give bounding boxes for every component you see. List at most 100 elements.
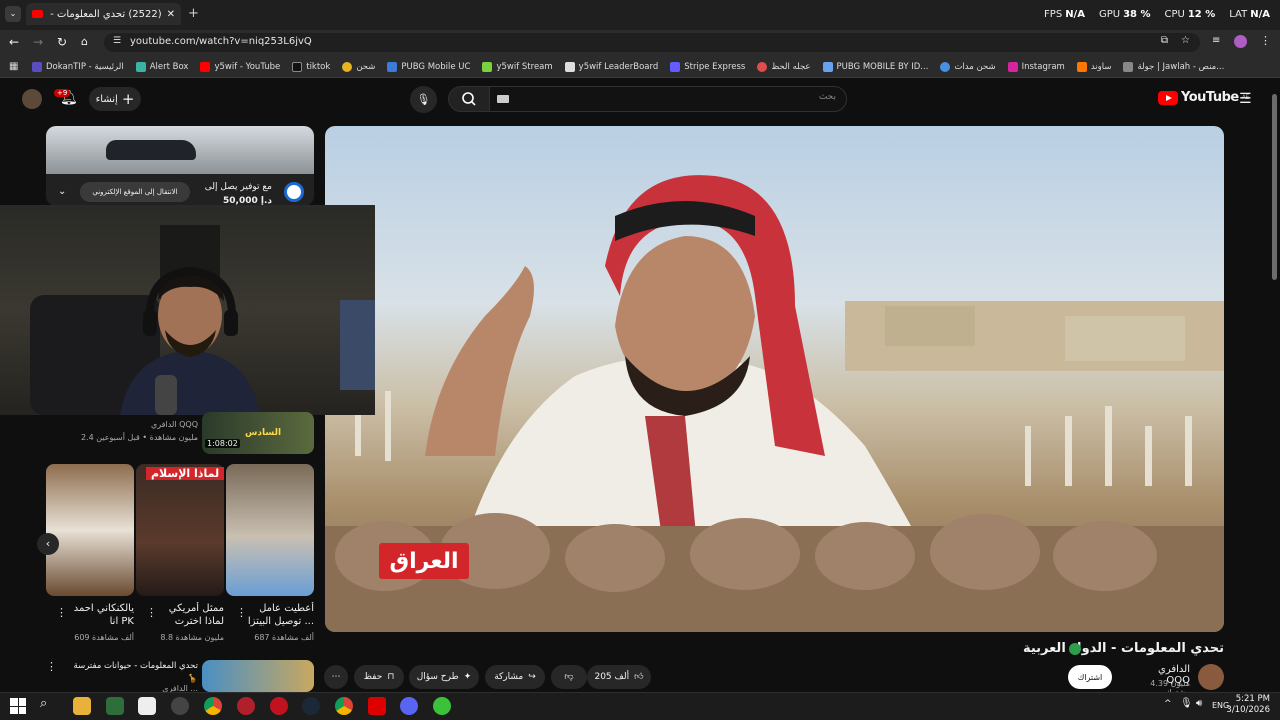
guide-menu-icon[interactable]: ☰ bbox=[1239, 91, 1252, 107]
home-icon[interactable]: ⌂ bbox=[81, 35, 88, 48]
bookmark-item[interactable]: شحن مدات bbox=[940, 61, 996, 72]
app-icon[interactable] bbox=[171, 697, 189, 715]
save-label: حفظ bbox=[363, 672, 383, 682]
profile-avatar[interactable] bbox=[1234, 35, 1247, 48]
apps-grid-icon[interactable]: ▦ bbox=[9, 61, 18, 72]
short-thumbnail-1[interactable] bbox=[226, 464, 314, 596]
youtube-logo[interactable]: YouTube AE bbox=[1158, 90, 1249, 105]
search-input[interactable]: بحث bbox=[489, 86, 847, 112]
browser-tab-active[interactable]: (2522) تحدي المعلومات - الدول ا... ✕ bbox=[26, 3, 181, 25]
site-info-icon[interactable]: ☰ bbox=[113, 36, 121, 46]
bookmark-item[interactable]: عجله الحظ bbox=[757, 61, 811, 72]
ad-line1: مع توفير يصل إلى bbox=[204, 182, 272, 192]
app-icon[interactable] bbox=[237, 697, 255, 715]
more-actions-button[interactable]: ⋯ bbox=[324, 665, 348, 689]
bookmark-star-icon[interactable]: ☆ bbox=[1181, 35, 1190, 46]
sidebar-ad[interactable]: مع توفير يصل إلى 50,000 د.إ الانتقال إلى… bbox=[46, 126, 314, 206]
short-menu-icon[interactable]: ⋮ bbox=[236, 606, 247, 619]
tab-search-button[interactable]: ⌄ bbox=[5, 6, 21, 22]
dislike-button[interactable]: 👎︎ bbox=[551, 665, 587, 689]
system-clock[interactable]: 5:21 PM 3/10/2026 bbox=[1226, 694, 1270, 716]
ask-button[interactable]: طرح سؤال ✦ bbox=[409, 665, 479, 689]
subscribe-button[interactable]: اشتراك bbox=[1068, 665, 1112, 689]
forward-icon[interactable]: → bbox=[33, 35, 43, 49]
bookmark-item[interactable]: y5wif Stream bbox=[482, 61, 553, 72]
bookmark-item[interactable]: y5wif - YouTube bbox=[200, 61, 280, 72]
url-field[interactable]: ☰ youtube.com/watch?v=niq253L6jvQ ⧉ ☆ bbox=[104, 33, 1200, 52]
cpu-stat: CPU 12 % bbox=[1164, 9, 1216, 20]
new-tab-button[interactable]: + bbox=[188, 6, 199, 21]
bookmark-icon: ⊓ bbox=[387, 672, 395, 682]
short-thumbnail-text: لماذا الإسلام bbox=[146, 467, 225, 480]
browser-menu-icon[interactable]: ⋮ bbox=[1260, 34, 1271, 47]
plus-icon: + bbox=[121, 90, 135, 108]
bookmark-item[interactable]: Alert Box bbox=[135, 61, 188, 72]
create-button[interactable]: إنشاء + bbox=[89, 87, 141, 111]
sparkle-icon: ✦ bbox=[463, 672, 472, 682]
file-explorer-icon[interactable] bbox=[73, 697, 91, 715]
keyboard-icon[interactable] bbox=[497, 95, 509, 103]
url-text: youtube.com/watch?v=niq253L6jvQ bbox=[130, 36, 312, 47]
app-icon[interactable] bbox=[270, 697, 288, 715]
close-tab-icon[interactable]: ✕ bbox=[167, 9, 175, 20]
voice-search-button[interactable]: 🎙︎ bbox=[410, 86, 437, 113]
short-title-2[interactable]: ممثل أمريكي لماذا اخترت الإسلام ... bbox=[154, 602, 224, 628]
app-icon[interactable] bbox=[433, 697, 451, 715]
bookmark-item[interactable]: Stripe Express bbox=[670, 61, 745, 72]
short-menu-icon[interactable]: ⋮ bbox=[56, 606, 67, 619]
search-button[interactable] bbox=[448, 86, 490, 112]
windows-taskbar bbox=[0, 692, 1280, 720]
like-button[interactable]: 205 ألف 👍︎ bbox=[587, 665, 651, 689]
bookmark-item[interactable]: DokanTIP - الرئيسية bbox=[32, 61, 124, 72]
bookmark-item[interactable]: PUBG Mobile UC bbox=[387, 61, 470, 72]
webcam-frame bbox=[30, 225, 375, 415]
video-title: تحدي المعلومات - الدول العربية bbox=[1022, 641, 1224, 656]
steam-icon[interactable] bbox=[302, 697, 320, 715]
share-button[interactable]: مشاركة ↪ bbox=[485, 665, 545, 689]
bookmark-item[interactable]: PUBG MOBILE BY ID... bbox=[822, 61, 928, 72]
ad-cta-button[interactable]: الانتقال إلى الموقع الإلكتروني bbox=[80, 182, 190, 202]
ad-brand-logo bbox=[284, 182, 304, 202]
sidebar-video-thumbnail[interactable] bbox=[202, 660, 314, 692]
webcam-overlay bbox=[0, 205, 375, 415]
short-menu-icon[interactable]: ⋮ bbox=[146, 606, 157, 619]
app-icon[interactable] bbox=[368, 697, 386, 715]
chrome-icon[interactable] bbox=[204, 697, 222, 715]
discord-icon[interactable] bbox=[400, 697, 418, 715]
microphone-tray-icon[interactable]: 🎙︎ bbox=[1180, 698, 1193, 709]
bookmark-item[interactable]: tiktok bbox=[292, 61, 330, 72]
tray-chevron-icon[interactable]: ^ bbox=[1164, 699, 1172, 709]
page-scrollbar[interactable] bbox=[1272, 94, 1277, 280]
sidebar-video-channel[interactable]: الدافري QQQ bbox=[140, 420, 198, 429]
start-button[interactable] bbox=[10, 698, 26, 714]
install-icon[interactable]: ⧉ bbox=[1161, 35, 1168, 46]
taskbar-search-icon[interactable]: ⌕ bbox=[40, 696, 47, 711]
reload-icon[interactable]: ↻ bbox=[57, 35, 67, 49]
thumbs-down-icon: 👎︎ bbox=[564, 672, 574, 682]
save-button[interactable]: حفظ ⊓ bbox=[354, 665, 404, 689]
short-views-3: 609 ألف مشاهدة bbox=[74, 633, 134, 642]
channel-avatar[interactable] bbox=[1198, 664, 1224, 690]
short-thumbnail-2[interactable] bbox=[136, 464, 224, 596]
app-icon[interactable] bbox=[138, 697, 156, 715]
bookmark-item[interactable]: Instagram bbox=[1007, 61, 1065, 72]
volume-icon[interactable]: 🔊︎ bbox=[1196, 698, 1202, 709]
reading-list-icon[interactable]: ≡ bbox=[1212, 35, 1220, 46]
sidebar-video-title[interactable]: تحدي المعلومات - حيوانات مفترسة 🦒 bbox=[64, 660, 198, 686]
back-icon[interactable]: ← bbox=[9, 35, 19, 49]
performance-overlay: FPS N/A GPU 38 % CPU 12 % LAT N/A bbox=[1044, 9, 1270, 20]
short-views-2: 8.8 مليون مشاهدة bbox=[160, 633, 224, 642]
bookmark-item[interactable]: y5wif LeaderBoard bbox=[564, 61, 658, 72]
short-title-3[interactable]: يالكنكاني احمد انا PK bbox=[64, 602, 134, 628]
bookmark-item[interactable]: شحن bbox=[342, 61, 375, 72]
chrome-icon[interactable] bbox=[335, 697, 353, 715]
bookmark-item[interactable]: جولة | Jawlah - منص... bbox=[1123, 61, 1224, 72]
short-title-1[interactable]: أعطيت عامل توصيل البيتزا ... bbox=[244, 602, 314, 628]
channel-avatar[interactable] bbox=[22, 89, 42, 109]
bookmark-item[interactable]: ساوند bbox=[1076, 61, 1111, 72]
short-thumbnail-3[interactable] bbox=[46, 464, 134, 596]
shorts-prev-button[interactable]: ‹ bbox=[37, 533, 59, 555]
xbox-icon[interactable] bbox=[106, 697, 124, 715]
ad-expand-icon[interactable]: ⌄ bbox=[58, 186, 66, 197]
sidebar-item-menu-icon[interactable]: ⋮ bbox=[46, 660, 57, 673]
